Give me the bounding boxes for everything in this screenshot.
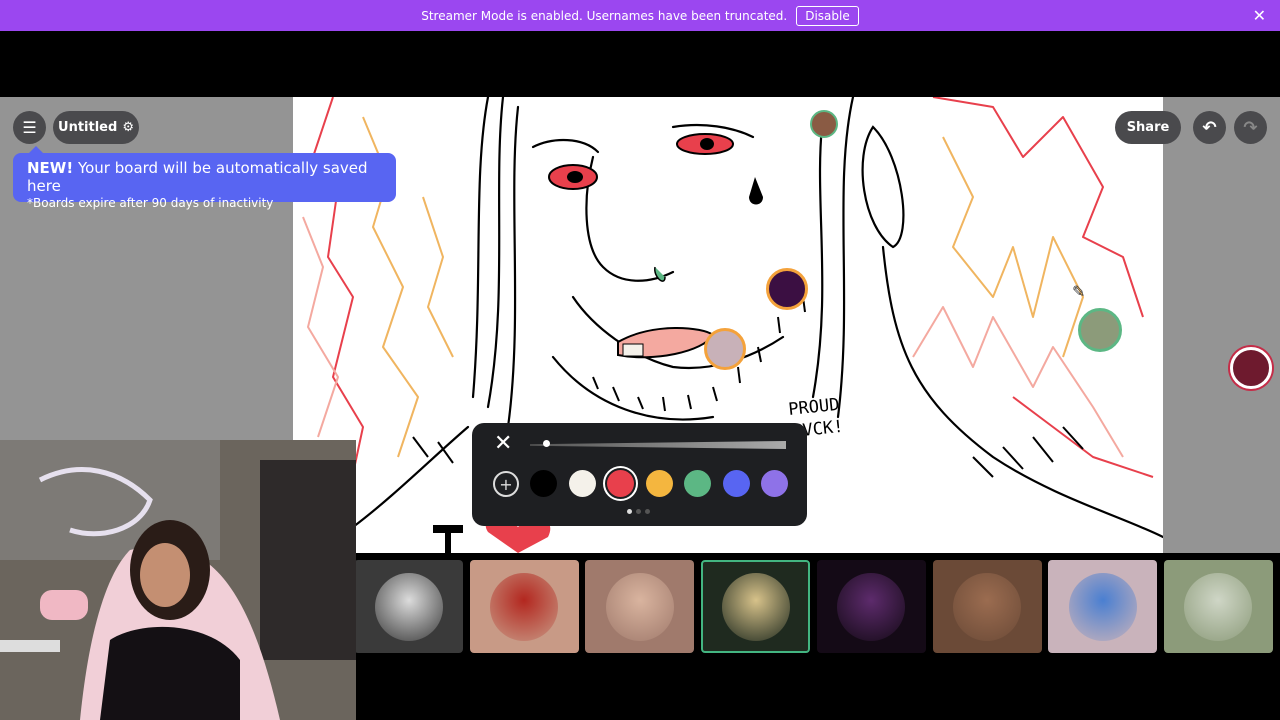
tool-doodle bbox=[433, 525, 463, 553]
stubble-mark bbox=[662, 396, 666, 412]
hair-stroke bbox=[836, 97, 855, 419]
participant-tile[interactable] bbox=[816, 560, 926, 653]
color-swatch[interactable] bbox=[530, 470, 557, 497]
participant-cursor bbox=[1078, 308, 1122, 352]
hair-stroke bbox=[486, 97, 505, 409]
autosave-tooltip: NEW! Your board will be automatically sa… bbox=[13, 146, 396, 210]
drawing-text-line1: PROUD bbox=[787, 395, 840, 420]
stubble-mark bbox=[1032, 436, 1054, 463]
stubble-mark bbox=[777, 316, 781, 334]
tear-drop bbox=[749, 177, 763, 205]
brush-size-handle[interactable] bbox=[542, 440, 550, 447]
participant-tile[interactable] bbox=[1048, 560, 1158, 653]
hair-stroke bbox=[471, 97, 490, 399]
neck-line bbox=[351, 425, 470, 529]
board-title: Untitled bbox=[58, 120, 118, 135]
participant-tile[interactable] bbox=[469, 560, 579, 653]
webcam-image bbox=[0, 440, 356, 720]
disable-streamer-mode-button[interactable]: Disable bbox=[796, 5, 859, 26]
participant-avatar bbox=[374, 572, 443, 641]
palette-page-dots bbox=[627, 509, 650, 514]
hair-stroke bbox=[811, 115, 825, 399]
stubble-mark bbox=[1062, 426, 1084, 450]
participant-cursor bbox=[810, 110, 838, 138]
stubble-mark bbox=[737, 366, 741, 384]
stubble-mark bbox=[637, 396, 644, 410]
stubble-mark bbox=[712, 386, 718, 402]
banner-message: Streamer Mode is enabled. Usernames have… bbox=[421, 8, 788, 23]
color-swatch[interactable] bbox=[568, 470, 596, 497]
brush-size-slider[interactable] bbox=[530, 441, 786, 449]
stubble-mark bbox=[412, 436, 429, 458]
left-pupil bbox=[567, 171, 583, 183]
color-swatch[interactable] bbox=[722, 470, 750, 497]
pencil-icon: ✎ bbox=[1072, 282, 1086, 301]
stubble-mark bbox=[972, 456, 994, 478]
share-label: Share bbox=[1126, 120, 1170, 135]
participant-avatar bbox=[721, 572, 790, 641]
redo-button[interactable]: ↷ bbox=[1234, 111, 1267, 144]
participant-tile[interactable] bbox=[932, 560, 1042, 653]
activity-app-badge[interactable] bbox=[1230, 347, 1272, 389]
tooth bbox=[622, 343, 644, 357]
color-palette: ✕ + bbox=[472, 423, 807, 526]
close-icon[interactable]: ✕ bbox=[494, 431, 512, 456]
page-dot[interactable] bbox=[636, 509, 641, 514]
stubble-mark bbox=[687, 394, 692, 410]
participant-avatar bbox=[1068, 572, 1137, 641]
color-swatch[interactable] bbox=[607, 470, 634, 497]
tip-subtext: *Boards expire after 90 days of inactivi… bbox=[27, 196, 274, 210]
tip-message: Your board will be automatically saved h… bbox=[27, 159, 368, 195]
participant-avatar bbox=[837, 572, 906, 641]
stubble-mark bbox=[592, 376, 599, 390]
flame-stroke bbox=[932, 97, 1144, 318]
flame-stroke bbox=[422, 196, 454, 358]
menu-button[interactable]: ☰ bbox=[13, 111, 46, 144]
participant-tile[interactable] bbox=[354, 560, 463, 653]
hamburger-icon: ☰ bbox=[22, 118, 37, 137]
page-dot[interactable] bbox=[627, 509, 632, 514]
participant-avatar bbox=[605, 572, 674, 641]
participant-cursor bbox=[704, 328, 746, 370]
flame-stroke bbox=[942, 136, 1084, 358]
color-swatch[interactable] bbox=[761, 470, 788, 497]
flame-stroke bbox=[302, 216, 339, 438]
hair-stroke bbox=[506, 105, 520, 429]
webcam-video bbox=[0, 440, 356, 720]
stubble-mark bbox=[612, 386, 620, 402]
close-icon[interactable]: ✕ bbox=[1253, 6, 1266, 25]
plus-icon: + bbox=[499, 474, 513, 494]
participant-tile[interactable] bbox=[585, 560, 695, 653]
gear-icon: ⚙ bbox=[122, 120, 134, 135]
participant-avatar bbox=[1184, 572, 1253, 641]
add-color-button[interactable]: + bbox=[493, 471, 519, 497]
brow bbox=[531, 138, 600, 154]
board-title-button[interactable]: Untitled ⚙ bbox=[53, 111, 139, 144]
right-pupil bbox=[700, 138, 714, 150]
face-outline bbox=[585, 155, 675, 282]
neck-line bbox=[881, 245, 1163, 539]
ear bbox=[861, 125, 905, 249]
participant-tile[interactable] bbox=[1163, 560, 1273, 653]
top-black-bar bbox=[0, 31, 1280, 97]
participant-cursor bbox=[766, 268, 808, 310]
undo-button[interactable]: ↶ bbox=[1193, 111, 1226, 144]
streamer-mode-banner: Streamer Mode is enabled. Usernames have… bbox=[0, 0, 1280, 31]
undo-icon: ↶ bbox=[1202, 117, 1217, 138]
beard-line bbox=[551, 355, 715, 421]
participant-avatar bbox=[490, 572, 559, 641]
tip-headline: NEW! bbox=[27, 159, 74, 177]
page-dot[interactable] bbox=[645, 509, 650, 514]
participant-tile[interactable] bbox=[701, 560, 811, 653]
redo-icon: ↷ bbox=[1243, 117, 1258, 138]
color-swatch[interactable] bbox=[645, 470, 673, 497]
share-button[interactable]: Share bbox=[1115, 111, 1181, 144]
participant-avatar bbox=[953, 572, 1021, 641]
color-swatch[interactable] bbox=[684, 470, 711, 497]
